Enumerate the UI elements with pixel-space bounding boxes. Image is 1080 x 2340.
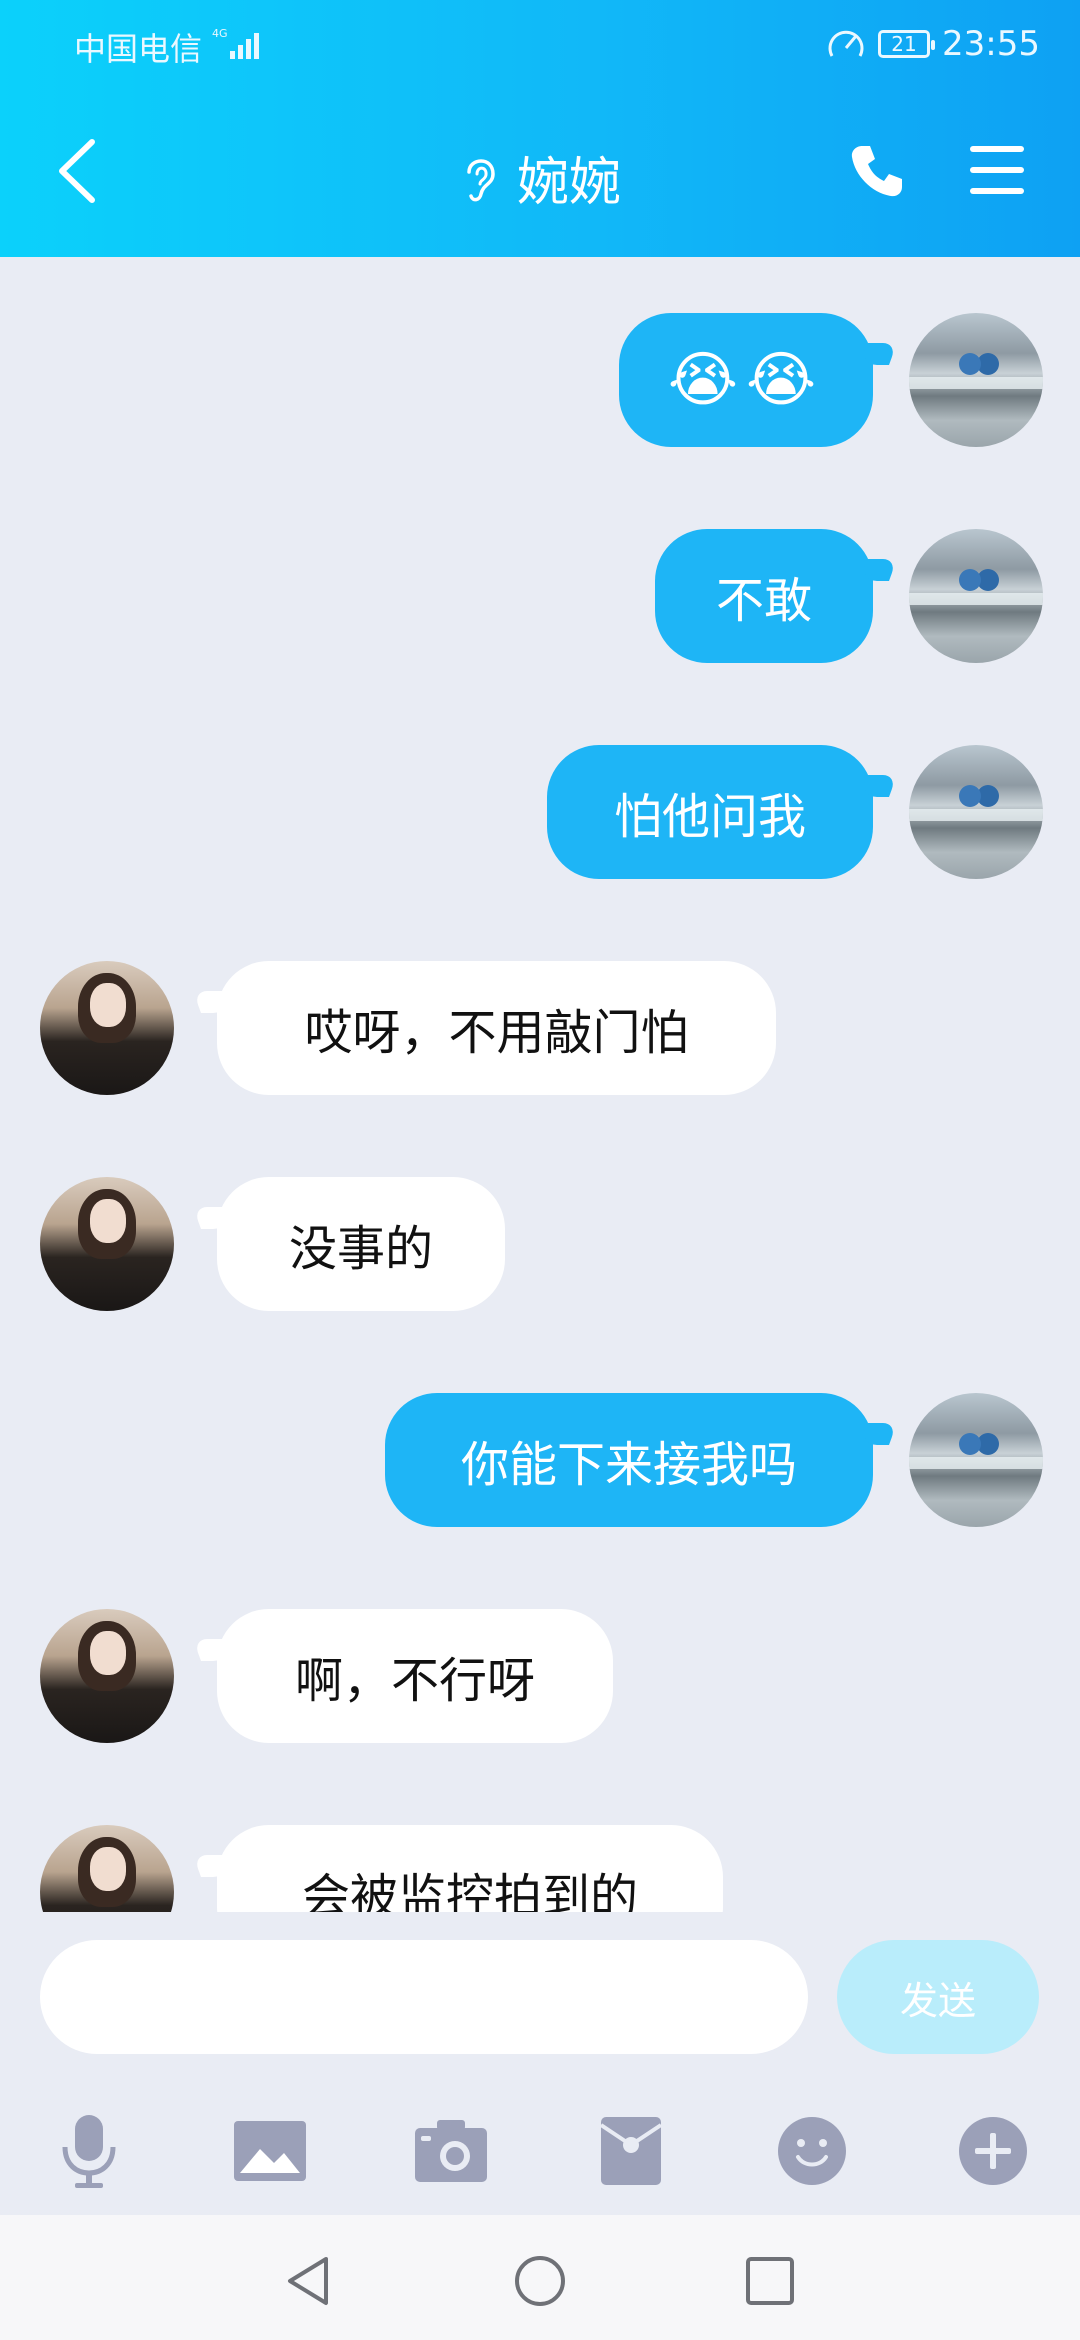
menu-button[interactable] bbox=[968, 142, 1026, 198]
chat-toolbar bbox=[0, 2090, 1080, 2215]
carrier-label: 中国电信 bbox=[74, 30, 203, 68]
clock: 23:55 bbox=[942, 24, 1040, 64]
my-message-bubble[interactable]: 怕他问我 bbox=[547, 745, 873, 879]
emoji-button[interactable] bbox=[769, 2108, 855, 2194]
send-button[interactable]: 发送 bbox=[837, 1940, 1039, 2054]
message-text: 会被监控拍到的 bbox=[301, 1869, 638, 1912]
status-bar: 中国电信 4G 21 23:55 bbox=[0, 0, 1080, 90]
image-icon bbox=[234, 2121, 306, 2181]
contact-avatar[interactable] bbox=[40, 1825, 174, 1912]
battery-icon: 21 bbox=[878, 30, 936, 58]
my-avatar[interactable] bbox=[909, 313, 1043, 447]
page-title: 婉婉 bbox=[516, 153, 621, 213]
crying-emoji-text: 😭😭 bbox=[667, 345, 825, 415]
emoji-icon bbox=[778, 2117, 846, 2185]
my-message-bubble[interactable]: 😭😭 bbox=[619, 313, 873, 447]
status-right: 21 23:55 bbox=[826, 24, 1040, 64]
more-button[interactable] bbox=[950, 2108, 1036, 2194]
red-packet-icon bbox=[599, 2117, 663, 2185]
red-packet-button[interactable] bbox=[588, 2108, 674, 2194]
message-text: 不敢 bbox=[715, 573, 812, 629]
camera-button[interactable] bbox=[408, 2108, 494, 2194]
contact-message-bubble[interactable]: 会被监控拍到的 bbox=[217, 1825, 723, 1912]
message-input[interactable] bbox=[40, 1940, 808, 2054]
back-triangle-icon[interactable] bbox=[280, 2253, 336, 2309]
chat-header: 中国电信 4G 21 23:55 婉婉 bbox=[0, 0, 1080, 257]
my-message-bubble[interactable]: 你能下来接我吗 bbox=[385, 1393, 873, 1527]
contact-avatar[interactable] bbox=[40, 1609, 174, 1743]
my-message-bubble[interactable]: 不敢 bbox=[655, 529, 873, 663]
message-composer: 发送 bbox=[0, 1912, 1080, 2054]
recents-square-icon[interactable] bbox=[742, 2253, 798, 2309]
ear-icon bbox=[467, 158, 495, 201]
home-circle-icon[interactable] bbox=[512, 2253, 568, 2309]
contact-avatar[interactable] bbox=[40, 1177, 174, 1311]
phone-call-button[interactable] bbox=[848, 142, 906, 200]
microphone-icon bbox=[62, 2115, 116, 2188]
network-type-label: 4G bbox=[212, 27, 228, 40]
message-text: 啊，不行呀 bbox=[294, 1653, 535, 1709]
image-button[interactable] bbox=[227, 2108, 313, 2194]
plus-icon bbox=[959, 2117, 1027, 2185]
system-navigation-bar bbox=[0, 2215, 1080, 2340]
my-avatar[interactable] bbox=[909, 529, 1043, 663]
signal-icon: 4G bbox=[212, 27, 259, 59]
speedometer-icon bbox=[828, 30, 864, 57]
message-text: 你能下来接我吗 bbox=[460, 1437, 797, 1493]
battery-level: 21 bbox=[891, 32, 917, 56]
message-text: 没事的 bbox=[288, 1221, 433, 1277]
contact-message-bubble[interactable]: 哎呀，不用敲门怕 bbox=[217, 961, 776, 1095]
chat-message-list[interactable]: 😭😭 不敢 怕他问我 哎呀，不用敲门怕 没事的 你能下来接我吗 啊，不行呀 会被… bbox=[0, 257, 1080, 1912]
contact-avatar[interactable] bbox=[40, 961, 174, 1095]
microphone-button[interactable] bbox=[46, 2108, 132, 2194]
message-text: 怕他问我 bbox=[613, 789, 806, 845]
my-avatar[interactable] bbox=[909, 1393, 1043, 1527]
contact-message-bubble[interactable]: 没事的 bbox=[217, 1177, 505, 1311]
message-text: 哎呀，不用敲门怕 bbox=[304, 1005, 689, 1061]
camera-icon bbox=[415, 2120, 487, 2182]
contact-message-bubble[interactable]: 啊，不行呀 bbox=[217, 1609, 613, 1743]
my-avatar[interactable] bbox=[909, 745, 1043, 879]
title-area: 婉婉 bbox=[0, 140, 1080, 215]
